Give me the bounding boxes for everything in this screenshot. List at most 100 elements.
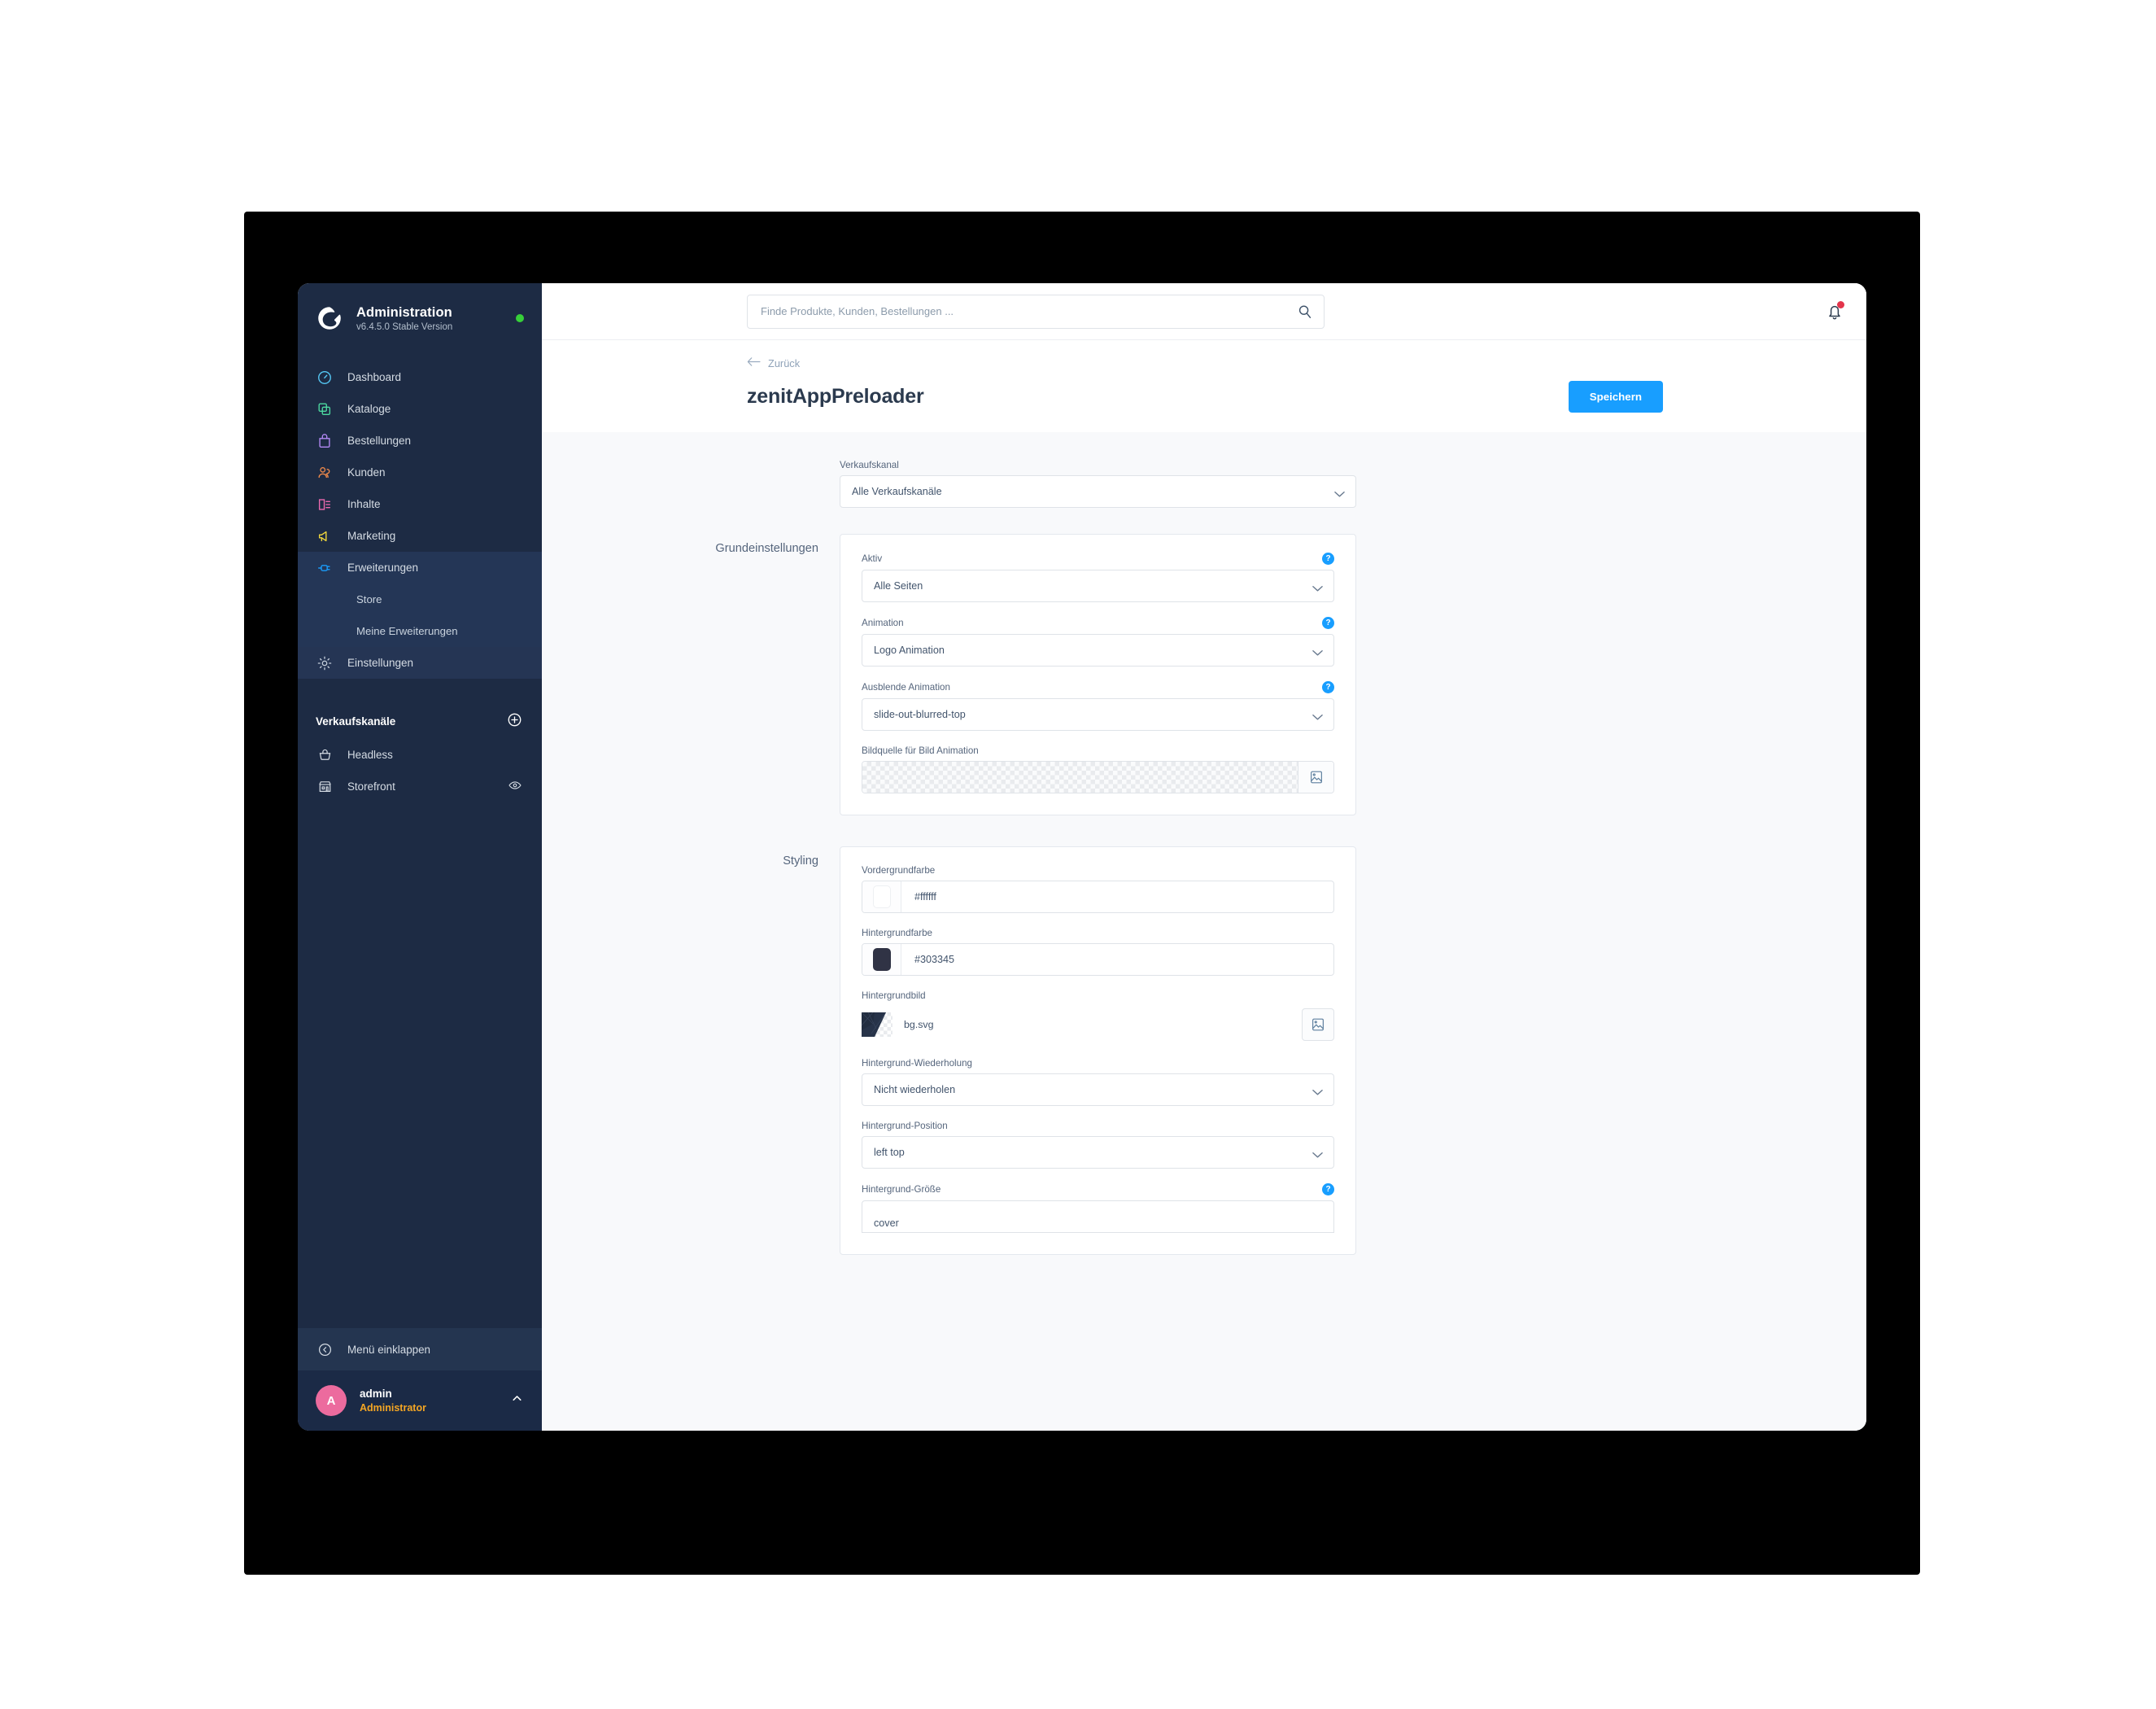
content-scroll-area[interactable]: Verkaufskanal Alle Verkaufskanäle Grunde… [542,432,1866,1431]
sidebar-item-kataloge[interactable]: Kataloge [298,393,542,425]
bag-icon [316,432,334,450]
sales-channel-row: Verkaufskanal Alle Verkaufskanäle [542,460,1866,508]
select-value-ausblende-animation: slide-out-blurred-top [874,709,966,720]
select-animation[interactable]: Logo Animation [862,634,1334,667]
field-hintergrundbild: Hintergrundbild bg.svg [862,990,1334,1043]
sidebar-subitem-label: Meine Erweiterungen [356,625,458,637]
sidebar-channel-storefront[interactable]: Storefront [298,771,542,802]
sidebar-channel-headless[interactable]: Headless [298,739,542,771]
file-thumbnail [862,1012,893,1037]
help-icon[interactable]: ? [1322,681,1334,693]
sidebar-item-marketing[interactable]: Marketing [298,520,542,552]
sidebar-item-erweiterungen[interactable]: Erweiterungen [298,552,542,584]
sales-channel-value: Alle Verkaufskanäle [852,486,942,497]
color-swatch-button[interactable] [862,944,901,975]
sales-channel-label: Verkaufskanal [840,460,899,470]
brand-version: v6.4.5.0 Stable Version [356,321,453,332]
page-title-row: zenitAppPreloader Speichern [747,381,1866,432]
section-body-styling: Vordergrundfarbe #ffffff Hintergrundfarb… [840,846,1356,1255]
sidebar-brand[interactable]: Administration v6.4.5.0 Stable Version [298,283,542,340]
section-label: Verkaufskanäle [316,715,396,728]
field-hintergrundfarbe: Hintergrundfarbe #303345 [862,928,1334,976]
field-label-animation: Animation [862,618,904,628]
help-icon[interactable]: ? [1322,1183,1334,1195]
user-name: admin [360,1387,392,1400]
chevron-down-icon [1312,648,1323,659]
select-value-aktiv: Alle Seiten [874,580,923,592]
image-icon[interactable] [1298,762,1333,793]
sidebar-item-dashboard[interactable]: Dashboard [298,361,542,393]
sidebar-user[interactable]: A admin Administrator [298,1370,542,1431]
sales-channel-select[interactable]: Alle Verkaufskanäle [840,475,1356,508]
plug-icon [316,559,334,577]
save-button[interactable]: Speichern [1568,381,1663,413]
search-icon[interactable] [1297,304,1313,320]
back-label: Zurück [768,356,801,369]
megaphone-icon [316,527,334,545]
sidebar-item-kunden[interactable]: Kunden [298,457,542,488]
page-title: zenitAppPreloader [747,385,924,408]
field-hintergrund-position: Hintergrund-Position left top [862,1121,1334,1169]
chevron-up-icon[interactable] [510,1392,524,1410]
color-swatch [872,885,891,908]
image-icon[interactable] [1302,1008,1334,1041]
field-vordergrundfarbe: Vordergrundfarbe #ffffff [862,865,1334,913]
color-value-hintergrundfarbe[interactable]: #303345 [901,944,1333,975]
select-aktiv[interactable]: Alle Seiten [862,570,1334,602]
section-grundeinstellungen: Grundeinstellungen Aktiv ? Alle Seiten A… [542,534,1866,815]
select-ausblende-animation[interactable]: slide-out-blurred-top [862,698,1334,731]
help-icon[interactable]: ? [1322,553,1334,565]
section-styling: Styling Vordergrundfarbe #ffffff Hinterg… [542,846,1866,1255]
sidebar-item-inhalte[interactable]: Inhalte [298,488,542,520]
field-ausblende-animation: Ausblende Animation ? slide-out-blurred-… [862,681,1334,731]
search-input[interactable] [747,294,1325,329]
color-swatch-button[interactable] [862,881,901,912]
chevron-down-icon [1312,1150,1323,1161]
sidebar-item-label: Erweiterungen [347,562,419,574]
field-bildquelle: Bildquelle für Bild Animation [862,745,1334,793]
field-label-hintergrund-wiederholung: Hintergrund-Wiederholung [862,1058,972,1069]
sidebar-subitem-store[interactable]: Store [298,584,542,615]
sidebar-item-einstellungen[interactable]: Einstellungen [298,647,542,679]
topbar [542,283,1866,340]
color-input-hintergrundfarbe[interactable]: #303345 [862,943,1334,976]
color-input-vordergrundfarbe[interactable]: #ffffff [862,881,1334,913]
sidebar-item-label: Kataloge [347,403,391,415]
select-value-hintergrund-position: left top [874,1147,905,1158]
device-frame: Administration v6.4.5.0 Stable Version D… [244,212,1920,1575]
sidebar-subitem-meine-erweiterungen[interactable]: Meine Erweiterungen [298,615,542,647]
field-label-hintergrund-position: Hintergrund-Position [862,1121,948,1131]
card-styling: Vordergrundfarbe #ffffff Hintergrundfarb… [840,846,1356,1255]
select-value-hintergrund-wiederholung: Nicht wiederholen [874,1084,956,1095]
back-link[interactable]: Zurück [747,356,800,369]
chevron-down-icon [1312,584,1323,595]
help-icon[interactable]: ? [1322,617,1334,629]
section-title-grundeinstellungen: Grundeinstellungen [715,542,818,555]
field-hintergrund-wiederholung: Hintergrund-Wiederholung Nicht wiederhol… [862,1058,1334,1106]
field-hintergrund-groesse: Hintergrund-Größe ? cover [862,1183,1334,1233]
sidebar-nav: Dashboard Kataloge Bestellungen Kunden I… [298,361,542,679]
color-swatch [872,948,891,971]
admin-app-window: Administration v6.4.5.0 Stable Version D… [298,283,1866,1431]
main-area: Zurück zenitAppPreloader Speichern Verka… [542,283,1866,1431]
image-upload-bildquelle[interactable] [862,761,1334,793]
field-animation: Animation ? Logo Animation [862,617,1334,667]
select-hintergrund-groesse[interactable]: cover [862,1200,1334,1233]
color-value-vordergrundfarbe[interactable]: #ffffff [901,881,1333,912]
bell-icon[interactable] [1824,300,1845,322]
select-hintergrund-position[interactable]: left top [862,1136,1334,1169]
plus-circle-icon[interactable] [507,712,522,730]
sidebar-collapse-button[interactable]: Menü einklappen [298,1328,542,1370]
avatar: A [316,1385,347,1416]
field-aktiv: Aktiv ? Alle Seiten [862,553,1334,602]
sidebar-item-bestellungen[interactable]: Bestellungen [298,425,542,457]
image-preview-empty [862,762,1298,793]
file-row-hintergrundbild: bg.svg [862,1006,1334,1043]
sidebar-item-label: Bestellungen [347,435,412,447]
storefront-icon [316,778,334,796]
global-search [747,294,1325,329]
select-value-animation: Logo Animation [874,645,945,656]
eye-icon[interactable] [508,778,522,795]
sidebar-item-label: Marketing [347,530,396,542]
select-hintergrund-wiederholung[interactable]: Nicht wiederholen [862,1073,1334,1106]
